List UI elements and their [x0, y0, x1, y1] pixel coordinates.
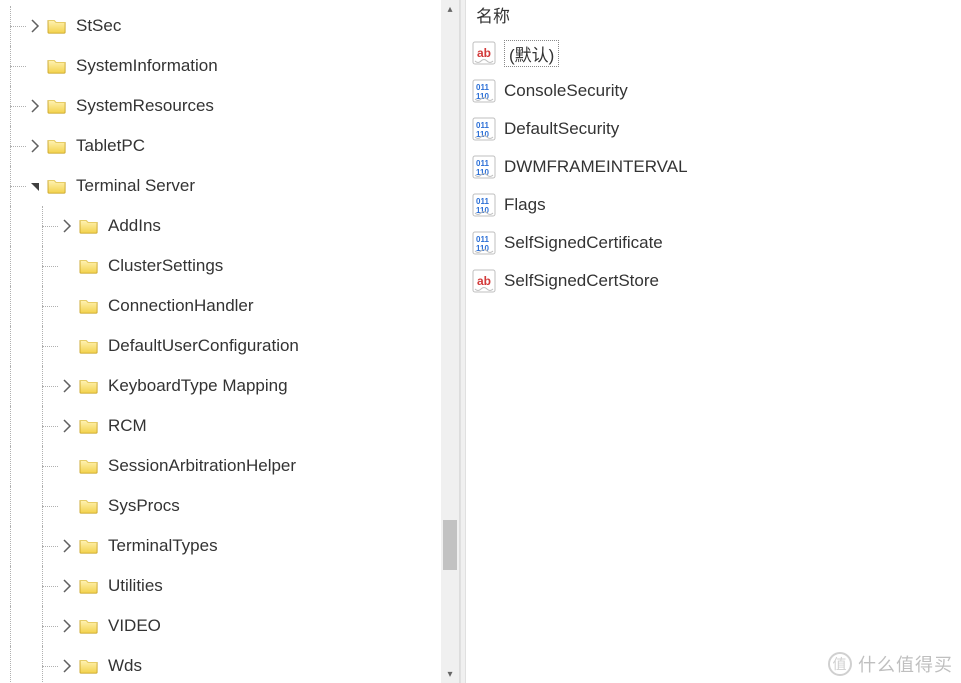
reg-binary-icon — [472, 117, 496, 141]
folder-icon — [46, 97, 68, 115]
chevron-right-icon[interactable] — [28, 98, 44, 114]
tree-item[interactable]: VIDEO — [0, 606, 459, 646]
tree-item-label: SessionArbitrationHelper — [106, 455, 300, 477]
chevron-right-icon[interactable] — [60, 378, 76, 394]
tree-item-label: KeyboardType Mapping — [106, 375, 292, 397]
registry-tree[interactable]: StSec SystemInformation SystemResources Tab… — [0, 0, 459, 683]
reg-binary-icon — [472, 193, 496, 217]
scroll-thumb[interactable] — [443, 520, 457, 570]
reg-string-icon — [472, 41, 496, 65]
folder-icon — [46, 17, 68, 35]
reg-binary-icon — [472, 231, 496, 255]
values-pane: 名称 (默认) ConsoleSecurity DefaultSecurity DWM… — [466, 0, 961, 683]
value-row[interactable]: SelfSignedCertStore — [472, 262, 961, 300]
chevron-right-icon[interactable] — [60, 538, 76, 554]
tree-pane: StSec SystemInformation SystemResources Tab… — [0, 0, 460, 683]
tree-item-label: TerminalTypes — [106, 535, 222, 557]
chevron-right-icon[interactable] — [60, 418, 76, 434]
tree-item-label: TabletPC — [74, 135, 149, 157]
value-row[interactable]: SelfSignedCertificate — [472, 224, 961, 262]
tree-item[interactable]: TabletPC — [0, 126, 459, 166]
tree-item[interactable]: TerminalTypes — [0, 526, 459, 566]
tree-item[interactable]: KeyboardType Mapping — [0, 366, 459, 406]
value-name: Flags — [504, 195, 546, 215]
value-name: (默认) — [504, 40, 559, 67]
tree-item[interactable]: StSec — [0, 6, 459, 46]
value-name: DefaultSecurity — [504, 119, 619, 139]
expander-none — [60, 338, 76, 354]
tree-item-label: ClusterSettings — [106, 255, 227, 277]
folder-icon — [78, 497, 100, 515]
scroll-up-arrow-icon[interactable]: ▴ — [441, 0, 459, 18]
reg-binary-icon — [472, 155, 496, 179]
folder-icon — [78, 257, 100, 275]
expander-none — [60, 498, 76, 514]
tree-item-label: SystemResources — [74, 95, 218, 117]
column-header-name-label: 名称 — [476, 2, 510, 27]
folder-icon — [46, 137, 68, 155]
tree-item-label: RCM — [106, 415, 151, 437]
tree-item[interactable]: SessionArbitrationHelper — [0, 446, 459, 486]
tree-item[interactable]: SysProcs — [0, 486, 459, 526]
value-row[interactable]: DWMFRAMEINTERVAL — [472, 148, 961, 186]
folder-icon — [78, 617, 100, 635]
folder-icon — [46, 57, 68, 75]
chevron-right-icon[interactable] — [60, 658, 76, 674]
tree-scrollbar[interactable]: ▴ ▾ — [441, 0, 459, 683]
folder-icon — [78, 297, 100, 315]
folder-icon — [78, 657, 100, 675]
chevron-down-icon[interactable] — [28, 178, 44, 194]
value-row[interactable]: Flags — [472, 186, 961, 224]
chevron-right-icon[interactable] — [60, 618, 76, 634]
folder-icon — [78, 217, 100, 235]
tree-item[interactable]: Terminal Server — [0, 166, 459, 206]
folder-icon — [78, 457, 100, 475]
tree-item-label: SysProcs — [106, 495, 184, 517]
expander-none — [60, 298, 76, 314]
reg-binary-icon — [472, 79, 496, 103]
tree-item[interactable]: SystemInformation — [0, 46, 459, 86]
tree-item-label: Wds — [106, 655, 146, 677]
tree-item-label: SystemInformation — [74, 55, 222, 77]
tree-item-label: ConnectionHandler — [106, 295, 258, 317]
value-name: ConsoleSecurity — [504, 81, 628, 101]
chevron-right-icon[interactable] — [60, 218, 76, 234]
tree-item-label: AddIns — [106, 215, 165, 237]
tree-item[interactable]: SystemResources — [0, 86, 459, 126]
column-header-name[interactable]: 名称 — [466, 0, 961, 30]
reg-string-icon — [472, 269, 496, 293]
value-name: SelfSignedCertStore — [504, 271, 659, 291]
folder-icon — [46, 177, 68, 195]
tree-item[interactable]: Wds — [0, 646, 459, 683]
expander-none — [60, 458, 76, 474]
value-name: SelfSignedCertificate — [504, 233, 663, 253]
chevron-right-icon[interactable] — [28, 138, 44, 154]
tree-item[interactable]: ClusterSettings — [0, 246, 459, 286]
expander-none — [60, 258, 76, 274]
tree-item[interactable]: ConnectionHandler — [0, 286, 459, 326]
tree-item-label: VIDEO — [106, 615, 165, 637]
tree-item-label: StSec — [74, 15, 125, 37]
tree-item-label: Utilities — [106, 575, 167, 597]
folder-icon — [78, 377, 100, 395]
folder-icon — [78, 417, 100, 435]
tree-item[interactable]: AddIns — [0, 206, 459, 246]
folder-icon — [78, 577, 100, 595]
scroll-down-arrow-icon[interactable]: ▾ — [441, 665, 459, 683]
tree-item[interactable]: DefaultUserConfiguration — [0, 326, 459, 366]
folder-icon — [78, 537, 100, 555]
value-row[interactable]: (默认) — [472, 34, 961, 72]
tree-item-label: Terminal Server — [74, 175, 199, 197]
expander-none — [28, 58, 44, 74]
value-list[interactable]: (默认) ConsoleSecurity DefaultSecurity DWMFRA… — [466, 30, 961, 300]
tree-item-label: DefaultUserConfiguration — [106, 335, 303, 357]
value-row[interactable]: ConsoleSecurity — [472, 72, 961, 110]
value-row[interactable]: DefaultSecurity — [472, 110, 961, 148]
chevron-right-icon[interactable] — [60, 578, 76, 594]
value-name: DWMFRAMEINTERVAL — [504, 157, 688, 177]
tree-item[interactable]: Utilities — [0, 566, 459, 606]
chevron-right-icon[interactable] — [28, 18, 44, 34]
folder-icon — [78, 337, 100, 355]
tree-item[interactable]: RCM — [0, 406, 459, 446]
